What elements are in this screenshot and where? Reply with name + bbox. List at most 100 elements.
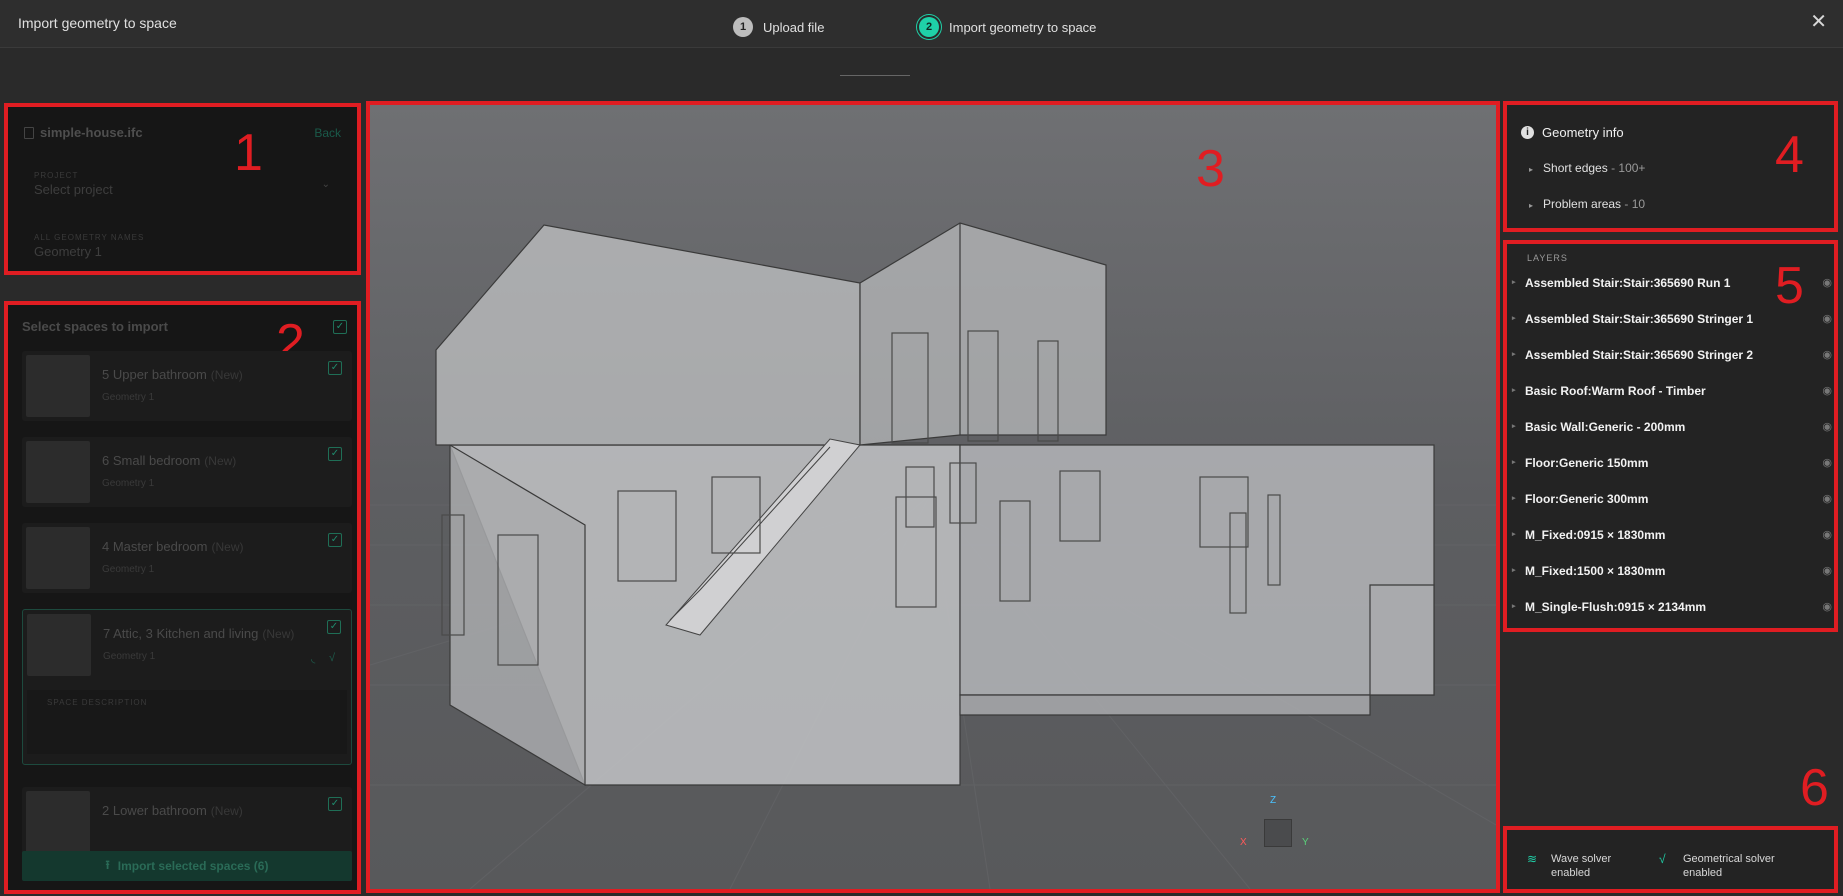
space-geometry: Geometry 1	[102, 564, 155, 575]
geometry-viewport[interactable]: Z X Y 3	[366, 101, 1500, 893]
layer-item[interactable]: ▸ M_Fixed:1500 × 1830mm	[1512, 564, 1665, 578]
space-card[interactable]: 5 Upper bathroom (New) Geometry 1 ✓	[22, 351, 352, 421]
geometry-info-problem-areas[interactable]: ▸ Problem areas - 10	[1529, 197, 1645, 211]
space-geometry: Geometry 1	[103, 651, 156, 662]
space-checkbox[interactable]: ✓	[328, 447, 342, 461]
back-button[interactable]: Back	[314, 126, 341, 140]
space-thumbnail	[26, 355, 90, 417]
space-card[interactable]: 2 Lower bathroom (New) ✓	[22, 787, 352, 857]
axis-z-label: Z	[1270, 795, 1277, 806]
file-icon	[24, 126, 34, 139]
expand-icon: ▸	[1529, 165, 1534, 174]
wave-solver-icon: ◟	[311, 653, 316, 665]
space-thumbnail	[26, 441, 90, 503]
annotation-label: 6	[1800, 759, 1829, 817]
import-selected-button[interactable]: ⭱ Import selected spaces (6)	[22, 851, 352, 881]
geometry-info-header: i Geometry info	[1521, 125, 1624, 140]
layer-item[interactable]: ▸ Assembled Stair:Stair:365690 Stringer 1	[1512, 312, 1753, 326]
eye-icon[interactable]: ◉	[1822, 600, 1832, 613]
layer-item[interactable]: ▸ M_Fixed:0915 × 1830mm	[1512, 528, 1665, 542]
geometry-info-short-edges[interactable]: ▸ Short edges - 100+	[1529, 161, 1645, 175]
space-checkbox[interactable]: ✓	[328, 797, 342, 811]
geometry-names-label: ALL GEOMETRY NAMES	[34, 233, 145, 242]
axis-x-label: X	[1240, 837, 1247, 848]
eye-icon[interactable]: ◉	[1822, 456, 1832, 469]
close-icon[interactable]: ✕	[1810, 12, 1827, 32]
eye-icon[interactable]: ◉	[1822, 276, 1832, 289]
annotation-label: 3	[1196, 140, 1225, 198]
layer-item[interactable]: ▸ M_Single-Flush:0915 × 2134mm	[1512, 600, 1706, 614]
annotation-label: 1	[234, 124, 263, 182]
space-card-selected[interactable]: 7 Attic, 3 Kitchen and living (New) Geome…	[22, 609, 352, 765]
eye-icon[interactable]: ◉	[1822, 564, 1832, 577]
house-model	[370, 222, 1496, 889]
space-checkbox[interactable]: ✓	[328, 361, 342, 375]
space-description-label: SPACE DESCRIPTION	[47, 698, 148, 707]
expand-icon: ▸	[1529, 201, 1534, 210]
step-label: Upload file	[763, 19, 825, 35]
info-icon: i	[1521, 126, 1534, 139]
layer-item[interactable]: ▸ Floor:Generic 300mm	[1512, 492, 1648, 506]
file-name-text: simple-house.ifc	[40, 125, 143, 140]
window-title: Import geometry to space	[18, 15, 177, 31]
space-card[interactable]: 6 Small bedroom (New) Geometry 1 ✓	[22, 437, 352, 507]
space-name: 2 Lower bathroom (New)	[102, 803, 243, 818]
eye-icon[interactable]: ◉	[1822, 348, 1832, 361]
annotation-label: 4	[1775, 126, 1804, 184]
space-thumbnail	[27, 614, 91, 676]
import-button-label: Import selected spaces (6)	[117, 859, 269, 873]
gizmo-cube	[1264, 819, 1292, 847]
layers-header: LAYERS	[1527, 253, 1568, 263]
geometry-info-title: Geometry info	[1542, 125, 1624, 140]
annotation-label: 5	[1775, 257, 1804, 315]
geometry-info-panel: i Geometry info ▸ Short edges - 100+ ▸ Pro…	[1503, 101, 1838, 232]
eye-icon[interactable]: ◉	[1822, 312, 1832, 325]
step-connector	[840, 75, 910, 76]
axis-gizmo[interactable]: Z X Y	[1240, 795, 1310, 855]
wave-solver-icon: ≋	[1527, 852, 1538, 866]
geometrical-solver-icon: √	[1659, 852, 1666, 866]
eye-icon[interactable]: ◉	[1822, 528, 1832, 541]
geometrical-solver-icon: √	[329, 652, 336, 664]
file-panel: simple-house.ifc Back PROJECT Select pro…	[4, 103, 361, 275]
space-name: 4 Master bedroom (New)	[102, 539, 244, 554]
axis-y-label: Y	[1302, 837, 1309, 848]
space-thumbnail	[26, 791, 90, 853]
geometry-names-field[interactable]: ALL GEOMETRY NAMES Geometry 1	[34, 233, 144, 259]
upload-icon: ⭱	[105, 857, 110, 872]
file-name: simple-house.ifc	[24, 125, 143, 140]
space-name: 7 Attic, 3 Kitchen and living (New)	[103, 626, 295, 641]
eye-icon[interactable]: ◉	[1822, 420, 1832, 433]
layers-panel: LAYERS ▸ Assembled Stair:Stair:365690 Run…	[1503, 240, 1838, 632]
project-label: PROJECT	[34, 171, 79, 180]
step-number: 1	[733, 17, 753, 37]
stepper	[0, 48, 1843, 102]
project-select[interactable]: PROJECT Select project ⌄	[34, 171, 346, 197]
layer-item[interactable]: ▸ Basic Wall:Generic - 200mm	[1512, 420, 1685, 434]
layer-item[interactable]: ▸ Basic Roof:Warm Roof - Timber	[1512, 384, 1706, 398]
layer-item[interactable]: ▸ Assembled Stair:Stair:365690 Run 1	[1512, 276, 1730, 290]
space-thumbnail	[26, 527, 90, 589]
space-checkbox[interactable]: ✓	[327, 620, 341, 634]
spaces-header: Select spaces to import	[22, 319, 168, 334]
space-name: 6 Small bedroom (New)	[102, 453, 237, 468]
layer-item[interactable]: ▸ Floor:Generic 150mm	[1512, 456, 1648, 470]
step-number: 2	[919, 17, 939, 37]
step-import-geometry[interactable]: 2 Import geometry to space	[919, 17, 1096, 37]
space-description-field[interactable]: SPACE DESCRIPTION	[27, 690, 347, 754]
project-value: Select project	[34, 182, 113, 197]
select-all-checkbox[interactable]: ✓	[333, 320, 347, 334]
space-geometry: Geometry 1	[102, 478, 155, 489]
eye-icon[interactable]: ◉	[1822, 492, 1832, 505]
space-geometry: Geometry 1	[102, 392, 155, 403]
eye-icon[interactable]: ◉	[1822, 384, 1832, 397]
layer-item[interactable]: ▸ Assembled Stair:Stair:365690 Stringer 2	[1512, 348, 1753, 362]
space-name: 5 Upper bathroom (New)	[102, 367, 243, 382]
space-card[interactable]: 4 Master bedroom (New) Geometry 1 ✓	[22, 523, 352, 593]
step-label: Import geometry to space	[949, 19, 1097, 35]
step-upload-file[interactable]: 1 Upload file	[733, 17, 824, 37]
space-checkbox[interactable]: ✓	[328, 533, 342, 547]
geometry-names-value: Geometry 1	[34, 244, 102, 259]
chevron-down-icon: ⌄	[321, 179, 330, 190]
solver-status-panel: ≋ Wave solver enabled √ Geometrical solve…	[1503, 826, 1838, 893]
